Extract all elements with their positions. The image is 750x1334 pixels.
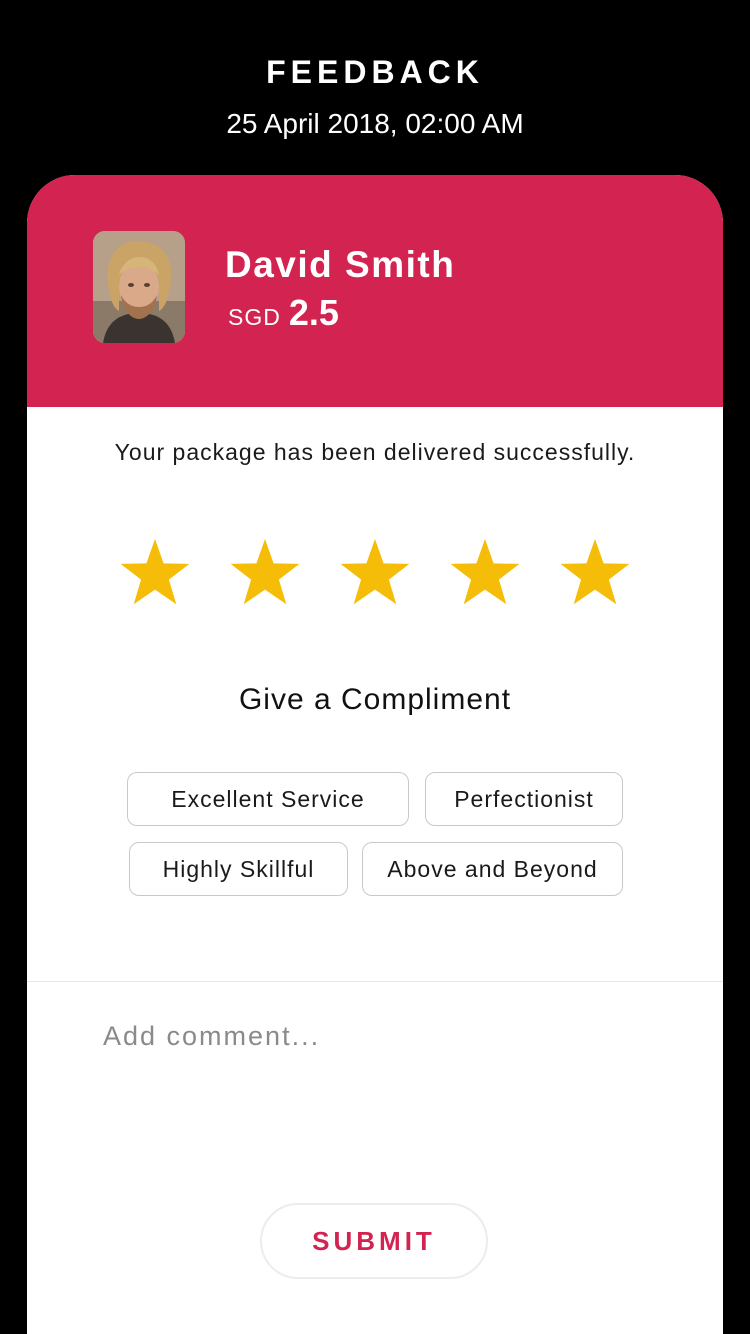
driver-header: David Smith SGD 2.5 [27,175,723,407]
compliment-chip-excellent-service[interactable]: Excellent Service [127,772,409,826]
feedback-screen: FEEDBACK 25 April 2018, 02:00 AM David S… [0,0,750,1334]
star-3-icon[interactable] [339,537,411,607]
feedback-datetime: 25 April 2018, 02:00 AM [226,108,524,139]
driver-photo-icon [93,231,185,343]
fare: SGD 2.5 [228,291,339,343]
compliment-chip-above-and-beyond[interactable]: Above and Beyond [362,842,623,896]
page-title: FEEDBACK [266,54,484,90]
driver-name: David Smith [225,244,456,285]
top-header: FEEDBACK 25 April 2018, 02:00 AM [0,0,750,175]
compliment-chip-perfectionist[interactable]: Perfectionist [425,772,623,826]
divider [27,981,723,982]
feedback-card: David Smith SGD 2.5 Your package has been… [27,175,723,1334]
comment-input[interactable] [103,1011,663,1061]
avatar [93,231,185,343]
compliment-chip-highly-skillful[interactable]: Highly Skillful [129,842,348,896]
delivery-message: Your package has been delivered successf… [114,439,636,465]
star-rating [119,537,639,607]
star-4-icon[interactable] [449,537,521,607]
star-1-icon[interactable] [119,537,191,607]
fare-amount: 2.5 [288,292,339,333]
star-5-icon[interactable] [559,537,631,607]
compliment-heading: Give a Compliment [238,683,512,716]
star-2-icon[interactable] [229,537,301,607]
fare-currency: SGD [228,304,281,330]
submit-button[interactable]: SUBMIT [260,1203,488,1279]
